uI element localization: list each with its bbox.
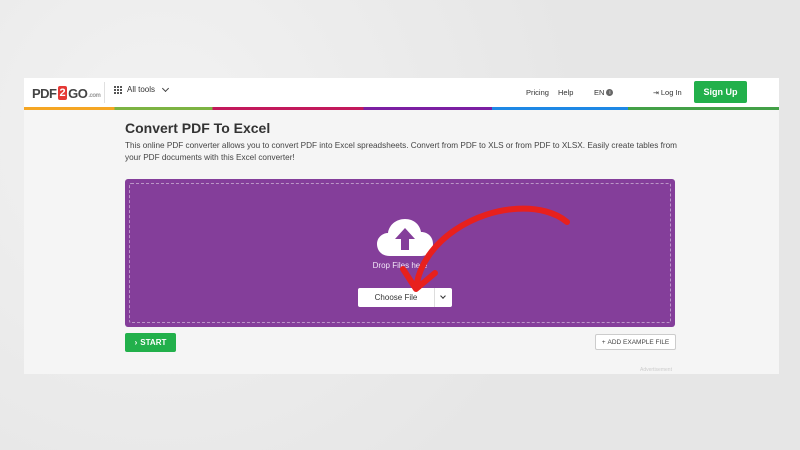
cloud-upload-icon (377, 219, 433, 256)
header-divider (104, 82, 105, 103)
site-header: PDF 2 GO .com All tools Pricing Help EN … (24, 78, 779, 107)
browser-page: PDF 2 GO .com All tools Pricing Help EN … (24, 78, 779, 374)
login-icon: ⇥ (653, 89, 659, 97)
page-description: This online PDF converter allows you to … (125, 141, 677, 162)
logo-pdf: PDF (32, 85, 57, 101)
dropzone-border: Drop Files here Choose File (129, 183, 671, 323)
pricing-link[interactable]: Pricing (526, 88, 549, 97)
grid-icon (114, 85, 122, 94)
all-tools-label: All tools (127, 85, 156, 94)
drop-files-text: Drop Files here (372, 261, 428, 270)
plus-icon: + (601, 338, 606, 346)
add-example-label: ADD EXAMPLE FILE (607, 338, 670, 346)
chevron-down-icon[interactable] (440, 293, 446, 299)
login-label: Log In (660, 88, 682, 97)
choose-file-divider (434, 288, 435, 307)
choose-file-label: Choose File (374, 293, 418, 302)
add-example-file-button[interactable]: + ADD EXAMPLE FILE (595, 334, 676, 350)
login-link[interactable]: ⇥ Log In (653, 88, 682, 97)
chevron-down-icon (161, 84, 170, 92)
chevron-right-icon: › (134, 338, 138, 347)
advertisement-label: Advertisement (640, 367, 672, 373)
signup-button[interactable]: Sign Up (694, 81, 747, 103)
help-link[interactable]: Help (558, 88, 573, 97)
pdf2go-logo[interactable]: PDF 2 GO .com (32, 85, 101, 101)
choose-file-button[interactable]: Choose File (358, 288, 452, 307)
header-color-stripe (24, 107, 779, 110)
file-dropzone[interactable]: Drop Files here Choose File (125, 179, 675, 327)
page-title: Convert PDF To Excel (125, 120, 271, 136)
start-label: START (140, 338, 167, 347)
globe-icon: i (606, 89, 614, 96)
all-tools-menu[interactable]: All tools (114, 84, 170, 94)
language-label: EN (594, 88, 605, 97)
language-selector[interactable]: EN i (594, 88, 614, 97)
logo-go: GO (68, 85, 88, 101)
start-button[interactable]: › START (125, 333, 176, 352)
logo-two: 2 (57, 86, 68, 100)
logo-dotcom: .com (88, 93, 101, 99)
